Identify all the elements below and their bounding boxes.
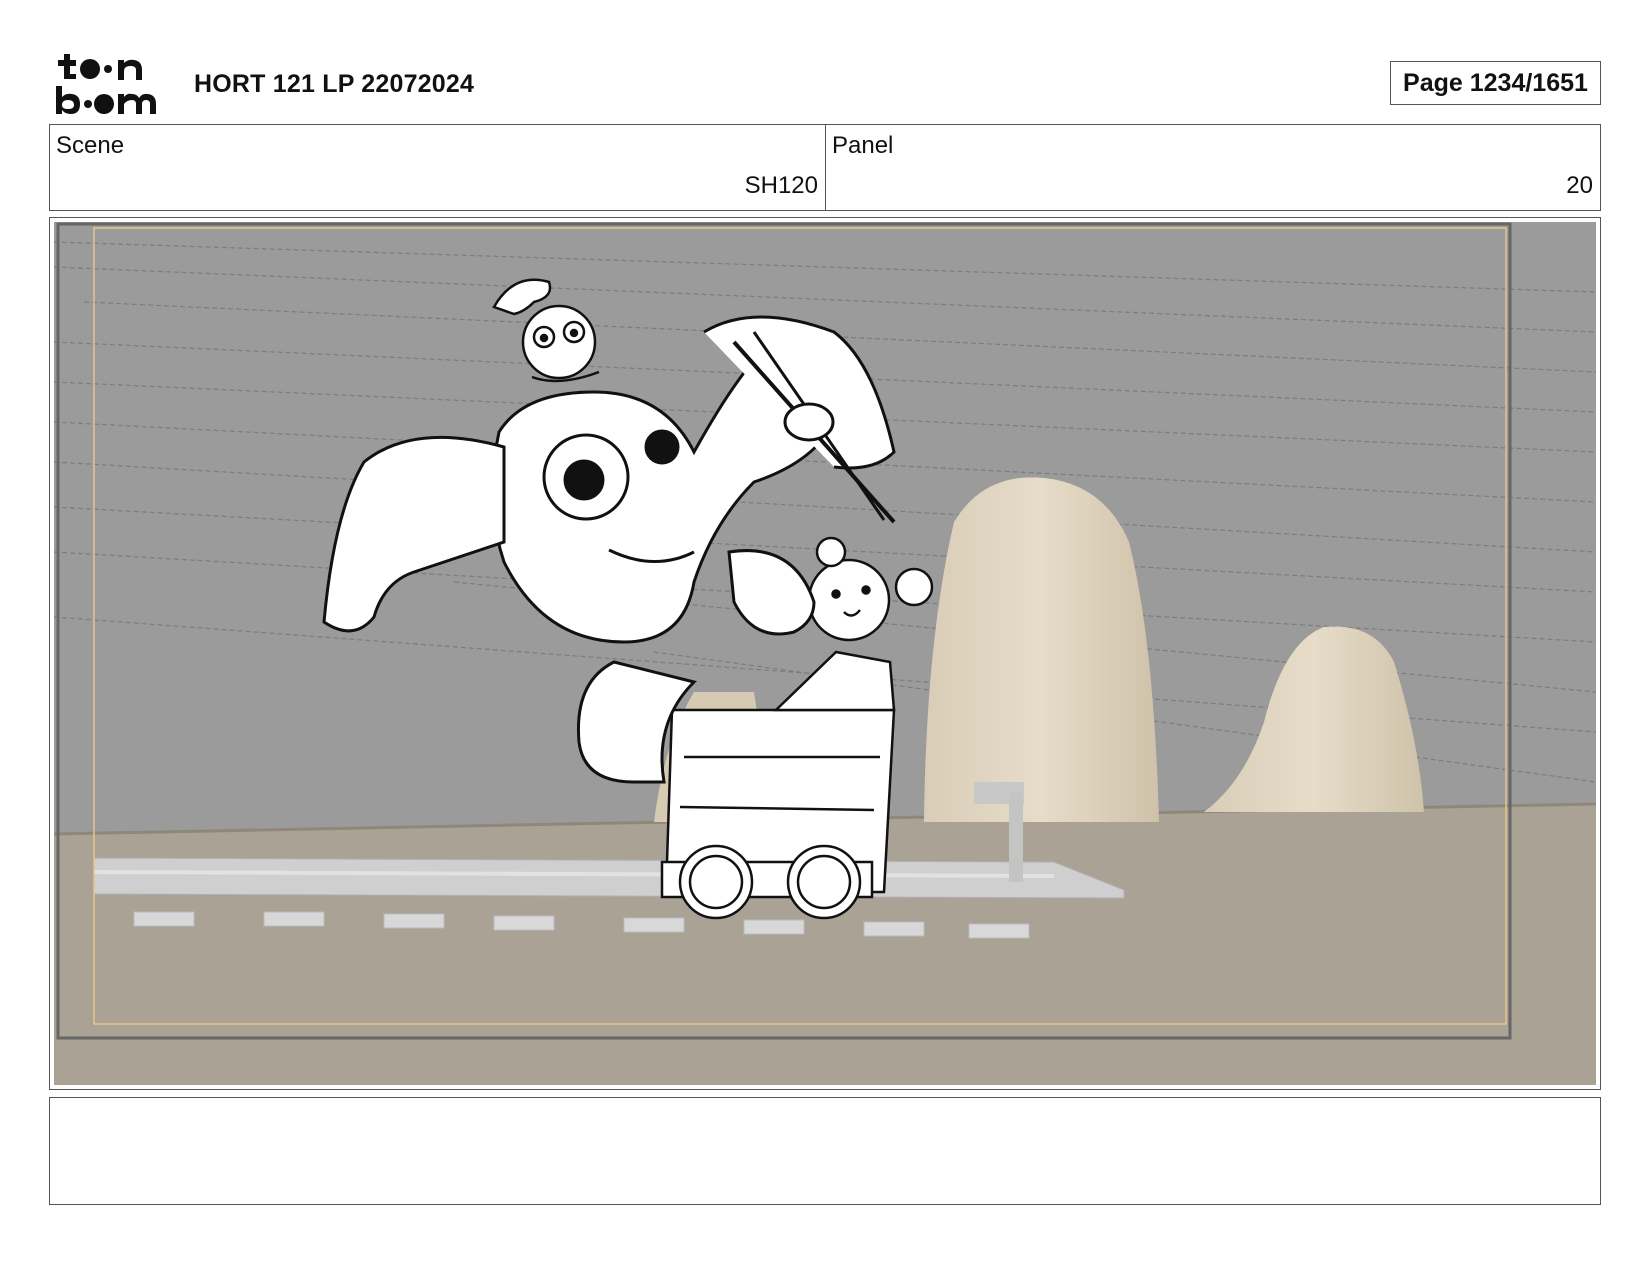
- panel-value: 20: [1566, 172, 1593, 199]
- panel-artwork: [54, 222, 1596, 1085]
- scene-panel-row: Scene SH120 Panel 20: [49, 124, 1601, 211]
- scene-label: Scene: [56, 132, 125, 159]
- storyboard-frame: [49, 217, 1601, 1090]
- page-number-box: Page 1234/1651: [1390, 61, 1601, 105]
- panel-label: Panel: [832, 132, 894, 159]
- project-title: HORT 121 LP 22072024: [194, 70, 475, 98]
- notes-box: [49, 1097, 1601, 1205]
- storyboard-page: HORT 121 LP 22072024 Page 1234/1651 Scen…: [0, 0, 1650, 1275]
- toon-boom-logo: [56, 54, 156, 114]
- mine-cart: [660, 708, 896, 920]
- scene-cell: Scene SH120: [50, 125, 826, 210]
- panel-cell: Panel 20: [826, 125, 1600, 210]
- scene-value: SH120: [744, 172, 818, 199]
